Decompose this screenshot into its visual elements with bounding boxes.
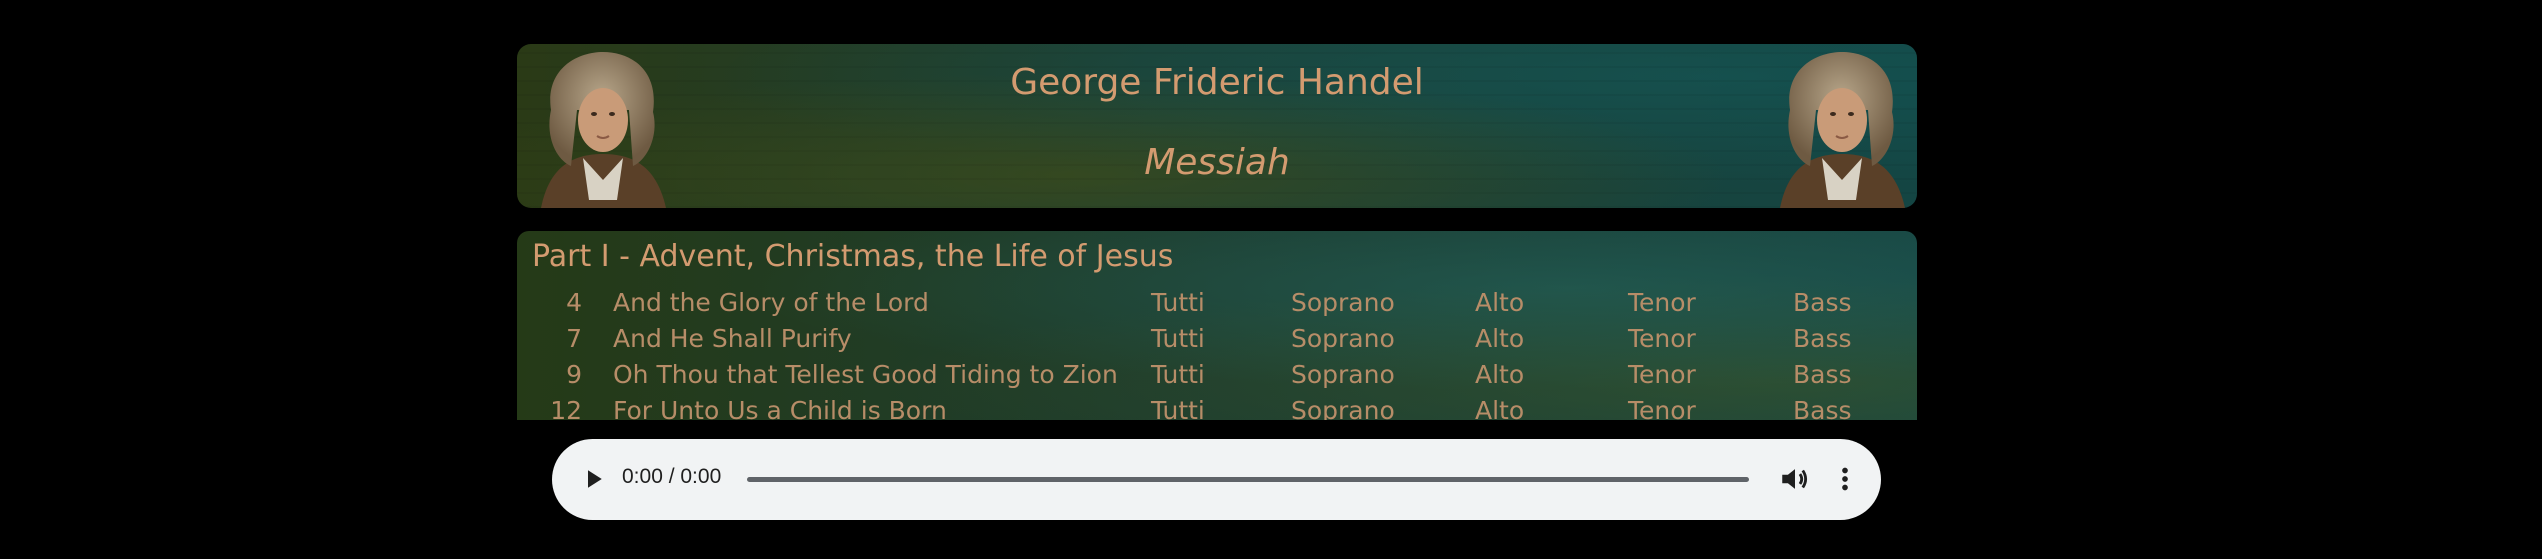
track-number: 7 [566, 324, 582, 353]
bass-link[interactable]: Bass [1793, 288, 1852, 317]
track-row: 12 For Unto Us a Child is Born Tutti Sop… [517, 393, 1917, 420]
soprano-link[interactable]: Soprano [1291, 360, 1395, 389]
part-title: Part I - Advent, Christmas, the Life of … [532, 239, 1174, 274]
track-title: And the Glory of the Lord [613, 288, 929, 317]
header-banner: George Frideric Handel Messiah [517, 44, 1917, 208]
tutti-link[interactable]: Tutti [1151, 288, 1205, 317]
alto-link[interactable]: Alto [1475, 360, 1524, 389]
time-display: 0:00 / 0:00 [622, 465, 722, 488]
audio-player: 0:00 / 0:00 [552, 439, 1881, 520]
bass-link[interactable]: Bass [1793, 324, 1852, 353]
tutti-link[interactable]: Tutti [1151, 360, 1205, 389]
work-title: Messiah [1144, 142, 1290, 183]
progress-bar[interactable] [747, 477, 1749, 482]
track-title: And He Shall Purify [613, 324, 852, 353]
more-vert-icon[interactable] [1828, 462, 1862, 496]
tenor-link[interactable]: Tenor [1628, 396, 1696, 420]
track-number: 4 [566, 288, 582, 317]
play-icon[interactable] [578, 464, 608, 494]
composer-name: George Frideric Handel [1010, 62, 1424, 103]
bass-link[interactable]: Bass [1793, 360, 1852, 389]
soprano-link[interactable]: Soprano [1291, 288, 1395, 317]
bass-link[interactable]: Bass [1793, 396, 1852, 420]
track-row: 7 And He Shall Purify Tutti Soprano Alto… [517, 321, 1917, 357]
alto-link[interactable]: Alto [1475, 288, 1524, 317]
soprano-link[interactable]: Soprano [1291, 324, 1395, 353]
track-title: Oh Thou that Tellest Good Tiding to Zion [613, 360, 1118, 389]
track-title: For Unto Us a Child is Born [613, 396, 947, 420]
composer-portrait-right [1780, 52, 1905, 208]
alto-link[interactable]: Alto [1475, 324, 1524, 353]
tutti-link[interactable]: Tutti [1151, 396, 1205, 420]
tenor-link[interactable]: Tenor [1628, 324, 1696, 353]
alto-link[interactable]: Alto [1475, 396, 1524, 420]
tenor-link[interactable]: Tenor [1628, 360, 1696, 389]
track-rows: 4 And the Glory of the Lord Tutti Sopran… [517, 285, 1917, 420]
tenor-link[interactable]: Tenor [1628, 288, 1696, 317]
track-number: 12 [550, 396, 582, 420]
track-list-panel: Part I - Advent, Christmas, the Life of … [517, 231, 1917, 420]
track-row: 4 And the Glory of the Lord Tutti Sopran… [517, 285, 1917, 321]
track-number: 9 [566, 360, 582, 389]
track-row: 9 Oh Thou that Tellest Good Tiding to Zi… [517, 357, 1917, 393]
volume-icon[interactable] [1778, 462, 1812, 496]
tutti-link[interactable]: Tutti [1151, 324, 1205, 353]
page: George Frideric Handel Messiah Part I - … [0, 0, 2542, 559]
soprano-link[interactable]: Soprano [1291, 396, 1395, 420]
